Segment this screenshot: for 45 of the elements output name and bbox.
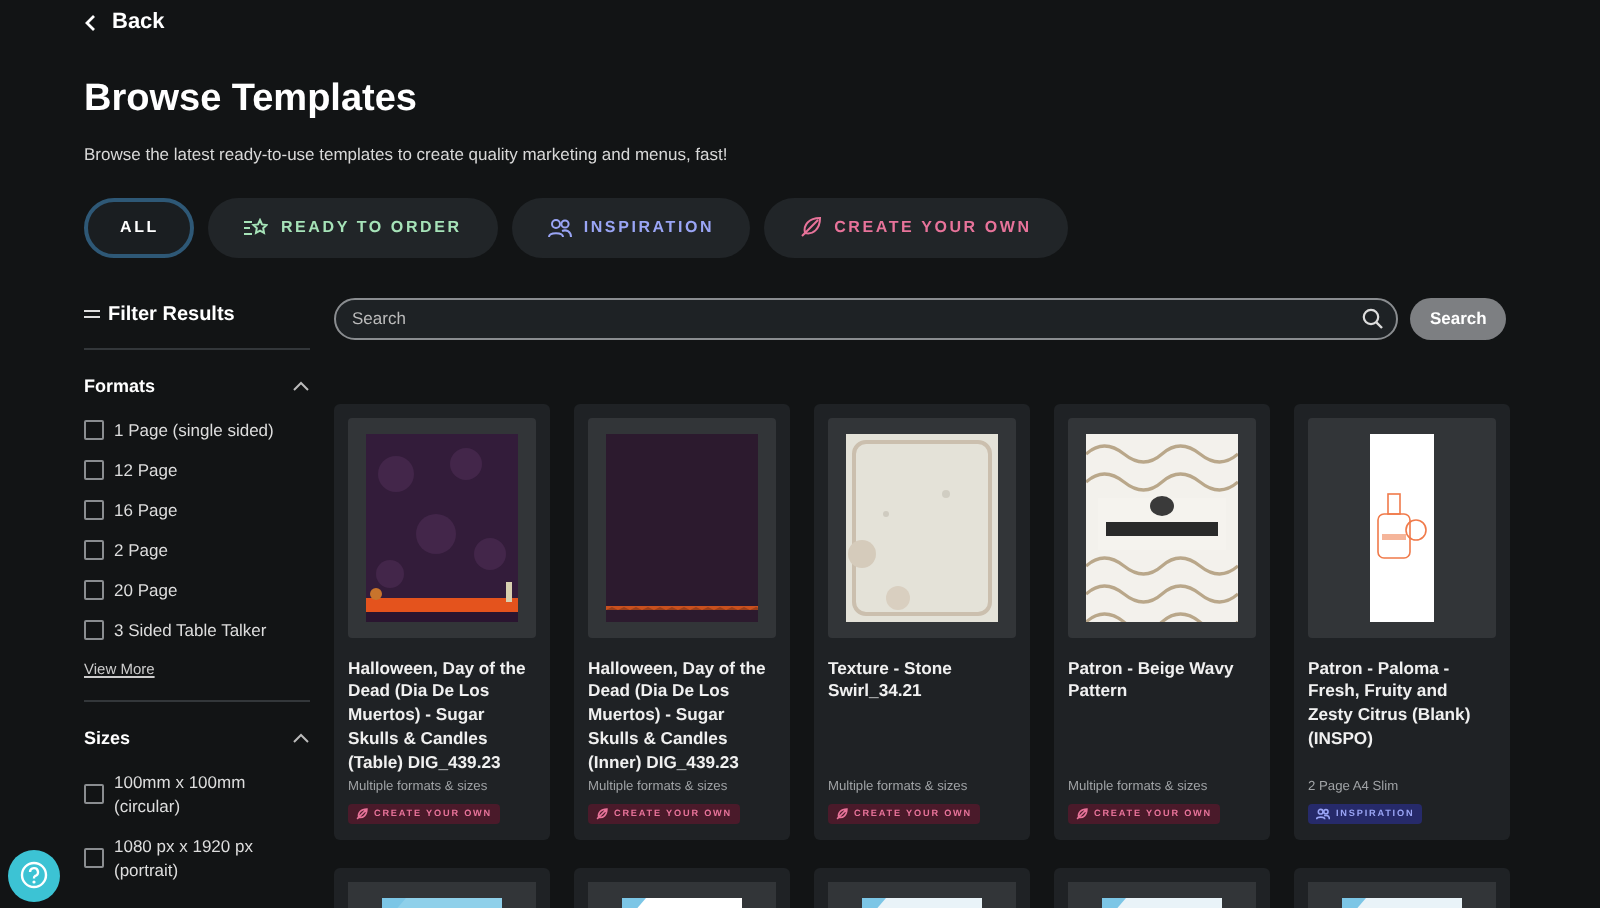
- feather-icon: [1076, 807, 1088, 819]
- checkbox[interactable]: [84, 847, 104, 867]
- search-button[interactable]: Search: [1410, 297, 1507, 339]
- filter-option-label[interactable]: 3 Sided Table Talker: [114, 617, 267, 641]
- page-title: Browse Templates: [84, 77, 419, 121]
- chevron-left-icon: [84, 13, 96, 31]
- feather-icon: [356, 807, 368, 819]
- people-icon: [547, 217, 572, 237]
- help-button[interactable]: [8, 850, 60, 902]
- filter-tab[interactable]: ALL: [84, 197, 195, 257]
- people-icon: [1316, 807, 1330, 819]
- checkbox[interactable]: [84, 619, 104, 639]
- search-icon: [1362, 307, 1384, 329]
- checkbox[interactable]: [84, 459, 104, 479]
- template-title: Patron - Beige Wavy Pattern: [1068, 657, 1236, 705]
- back-link[interactable]: Back: [84, 8, 165, 36]
- page-subtitle: Browse the latest ready-to-use templates to create quality marketing and menus, fast!: [84, 143, 730, 163]
- checkbox[interactable]: [84, 579, 104, 599]
- filter-option-label[interactable]: 1080 px x 1920 px (portrait): [114, 833, 310, 881]
- filter-option-label[interactable]: 16 Page: [114, 497, 178, 521]
- filter-group-header[interactable]: Sizes: [84, 721, 310, 753]
- filter-option-label[interactable]: 100mm x 100mm (circular): [114, 769, 310, 817]
- feather-icon: [800, 216, 823, 238]
- filter-option-label[interactable]: 2 Page: [114, 537, 168, 561]
- feather-icon: [596, 807, 608, 819]
- checkbox[interactable]: [84, 419, 104, 439]
- filter-option-label[interactable]: 20 Page: [114, 577, 178, 601]
- filter-option-label[interactable]: 1 Page (single sided): [114, 417, 274, 441]
- checkbox[interactable]: [84, 539, 104, 559]
- filter-group-header[interactable]: Formats: [84, 369, 310, 401]
- template-title: Halloween, Day of the Dead (Dia De Los Muertos) - Sugar Skulls & Candles (Table) DIG_439.23: [348, 657, 528, 775]
- filter-option-label[interactable]: 12 Page: [114, 457, 178, 481]
- search-field[interactable]: Search: [334, 297, 1398, 339]
- template-title: Texture - Stone Swirl_34.21: [828, 657, 954, 705]
- checkbox[interactable]: [84, 499, 104, 519]
- feather-icon: [836, 807, 848, 819]
- template-title: Patron - Paloma - Fresh, Fruity and Zesty Citrus (Blank) (INSPO): [1308, 657, 1473, 752]
- filter-results-heading: Filter Results: [84, 297, 310, 331]
- checkbox[interactable]: [84, 783, 104, 803]
- filter-tab[interactable]: CREATE YOUR OWN: [764, 197, 1068, 257]
- filter-tab[interactable]: READY TO ORDER: [208, 197, 498, 257]
- filter-tab[interactable]: INSPIRATION: [511, 197, 751, 257]
- star-list-icon: [244, 217, 269, 237]
- help-icon: [18, 860, 50, 892]
- template-title: Halloween, Day of the Dead (Dia De Los Muertos) - Sugar Skulls & Candles (Inner) DIG_439.23: [588, 657, 768, 775]
